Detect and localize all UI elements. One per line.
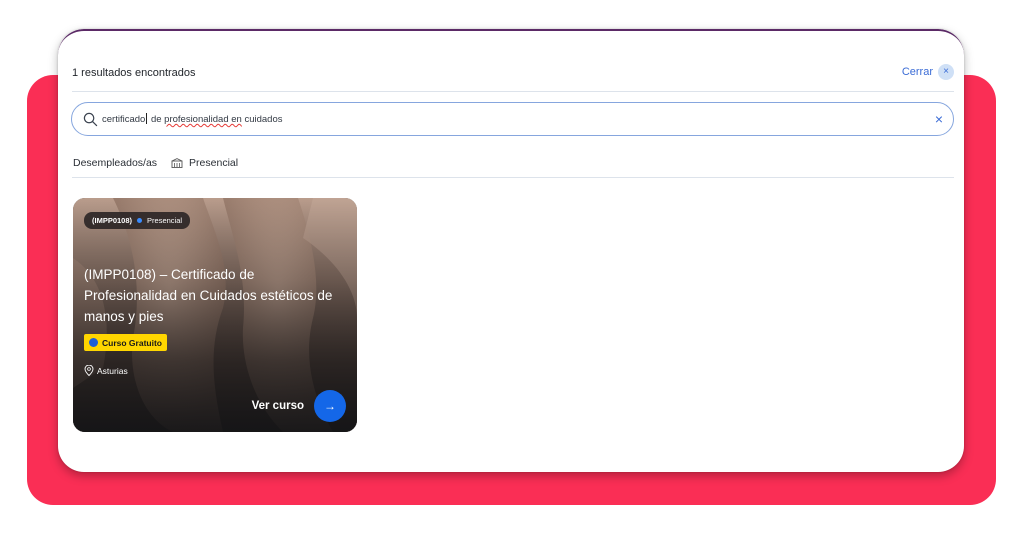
filter-modality[interactable]: Presencial bbox=[171, 157, 238, 169]
search-query-part: cuidados bbox=[241, 114, 283, 125]
modality-dot-icon bbox=[137, 218, 143, 223]
close-label: Cerrar bbox=[901, 66, 933, 78]
view-course-label: Ver curso bbox=[251, 400, 304, 412]
filter-audience[interactable]: Desempleados/as bbox=[73, 157, 157, 169]
search-input[interactable]: certificado de profesionalidad en cuidad… bbox=[71, 102, 954, 136]
arrow-right-icon[interactable]: → bbox=[314, 390, 346, 422]
course-code-pill: (IMPP0108) Presencial bbox=[84, 212, 191, 229]
clear-search-icon[interactable]: × bbox=[935, 111, 943, 127]
header-divider bbox=[72, 91, 954, 92]
search-query-part: de bbox=[148, 114, 165, 125]
course-card[interactable]: (IMPP0108) Presencial (IMPP0108) – Certi… bbox=[73, 198, 357, 432]
close-button[interactable]: Cerrar × bbox=[902, 64, 954, 80]
course-title[interactable]: (IMPP0108) – Certificado de Profesionali… bbox=[84, 264, 348, 327]
free-course-label: Curso Gratuito bbox=[102, 337, 162, 348]
close-icon[interactable]: × bbox=[938, 64, 954, 80]
search-query-part: certificado bbox=[102, 114, 146, 125]
active-filters: Desempleados/as Presencial bbox=[73, 157, 238, 169]
course-modality: Presencial bbox=[147, 216, 183, 225]
filters-divider bbox=[72, 177, 954, 178]
building-icon bbox=[171, 158, 183, 168]
course-code: (IMPP0108) bbox=[92, 216, 133, 225]
free-course-badge: Curso Gratuito bbox=[84, 334, 167, 351]
location-pin-icon bbox=[84, 365, 94, 376]
spellcheck-text: profesionalidad en bbox=[164, 114, 242, 125]
course-location: Asturias bbox=[84, 365, 128, 376]
results-count: 1 resultados encontrados bbox=[72, 67, 196, 79]
search-results-panel: 1 resultados encontrados Cerrar × certif… bbox=[58, 29, 964, 472]
view-course-button[interactable]: Ver curso → bbox=[252, 390, 346, 422]
badge-dot-icon bbox=[89, 338, 98, 347]
search-icon bbox=[83, 112, 98, 127]
filter-modality-label: Presencial bbox=[189, 157, 239, 169]
results-header: 1 resultados encontrados Cerrar × bbox=[72, 64, 954, 87]
search-query[interactable]: certificado de profesionalidad en cuidad… bbox=[102, 113, 283, 126]
location-label: Asturias bbox=[97, 365, 128, 376]
